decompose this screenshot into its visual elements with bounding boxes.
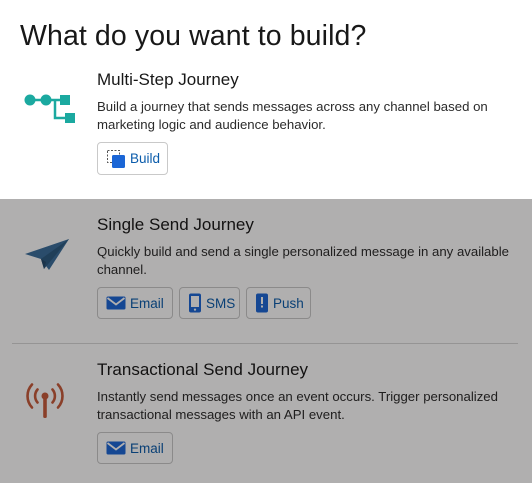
transactional-title: Transactional Send Journey <box>97 360 309 379</box>
email-icon <box>106 295 126 311</box>
multi-step-description: Build a journey that sends messages acro… <box>97 99 488 132</box>
sms-button-label: SMS <box>206 295 236 311</box>
email-button-label: Email <box>130 440 164 456</box>
single-send-sms-button[interactable]: SMS <box>179 287 240 319</box>
push-button-label: Push <box>273 295 304 311</box>
build-icon <box>106 149 126 169</box>
multi-step-journey-card: Multi-Step Journey Build a journey that … <box>0 0 532 199</box>
journey-flow-icon <box>22 88 78 133</box>
email-button-label: Email <box>130 295 164 311</box>
single-send-push-button[interactable]: Push <box>246 287 311 319</box>
single-send-journey-card: Single Send Journey Quickly build and se… <box>0 199 532 344</box>
broadcast-tower-icon <box>24 380 66 425</box>
build-button-label: Build <box>130 151 161 166</box>
email-icon <box>106 440 126 456</box>
push-notification-icon <box>255 293 269 313</box>
single-send-description: Quickly build and send a single personal… <box>97 244 509 277</box>
build-button[interactable]: Build <box>97 142 168 175</box>
transactional-send-journey-card: Transactional Send Journey Instantly sen… <box>0 344 532 483</box>
transactional-email-button[interactable]: Email <box>97 432 173 464</box>
mobile-phone-icon <box>188 293 202 313</box>
multi-step-title: Multi-Step Journey <box>97 70 239 89</box>
single-send-email-button[interactable]: Email <box>97 287 173 319</box>
paper-plane-icon <box>24 237 70 278</box>
transactional-description: Instantly send messages once an event oc… <box>97 389 498 422</box>
single-send-title: Single Send Journey <box>97 215 254 234</box>
